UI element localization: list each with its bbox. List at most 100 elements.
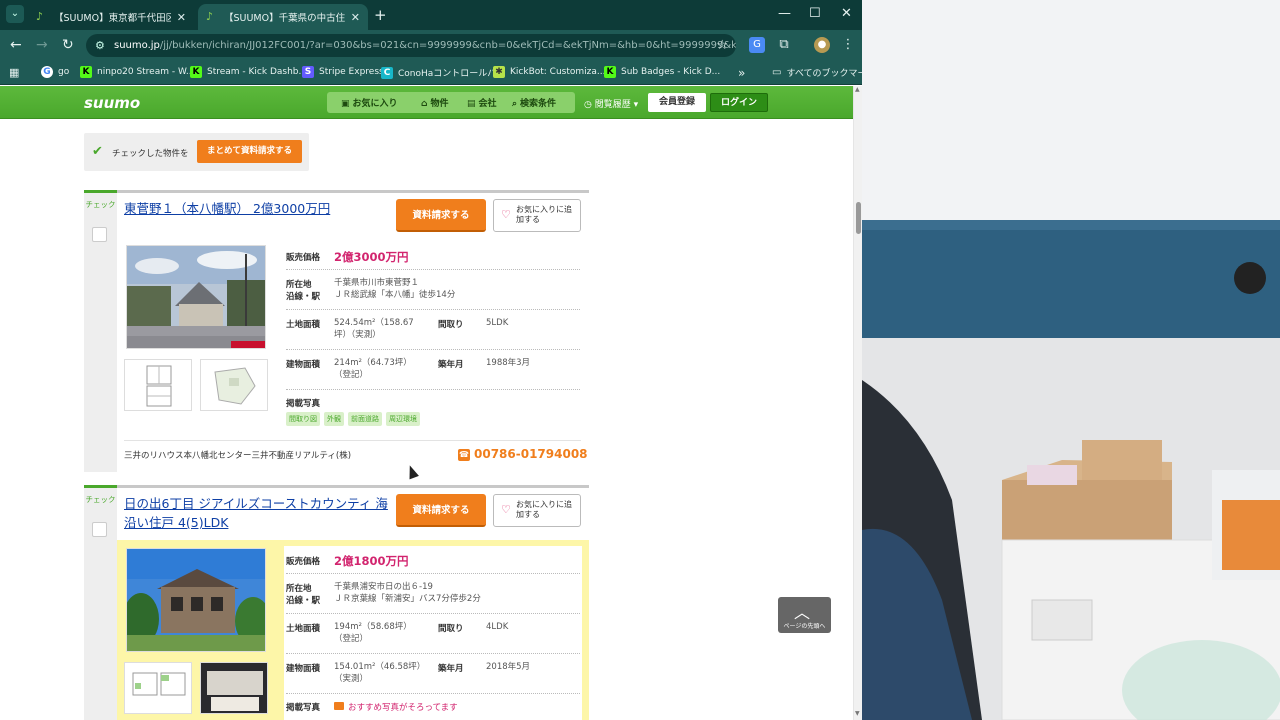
photo-tag[interactable]: 外観	[324, 412, 344, 426]
forward-icon[interactable]: →	[36, 37, 48, 53]
back-icon[interactable]: ←	[10, 37, 22, 53]
bookmark-ninpo20-stream[interactable]: K ninpo20 Stream - W...	[80, 66, 194, 78]
translate-icon[interactable]: G	[749, 37, 765, 53]
property-photo[interactable]	[126, 548, 266, 652]
bookmark-label: ninpo20 Stream - W...	[97, 67, 195, 77]
page-scrollbar[interactable]: ▲ ▼	[853, 86, 862, 720]
heart-icon: ♡	[501, 208, 511, 221]
agent-phone[interactable]: ☎ 00786-01794008	[458, 447, 588, 461]
check-column: チェック	[84, 193, 117, 472]
bulk-request-button[interactable]: まとめて資料請求する	[197, 140, 302, 163]
listing-checkbox[interactable]	[92, 522, 107, 537]
photo-tag[interactable]: 周辺環境	[386, 412, 420, 426]
tab-bar: ⌄ ♪ 【SUUMO】東京都千代田区、東京 ✕ ♪ 【SUUMO】千葉県の中古住…	[0, 0, 862, 30]
apps-icon[interactable]: ▦	[9, 66, 19, 79]
page-top-button[interactable]: ︿ ページの先頭へ	[778, 597, 831, 633]
layout-key: 間取り	[438, 624, 464, 634]
bookmark-label: go	[58, 67, 70, 77]
floorplan-thumbnail[interactable]	[124, 359, 192, 411]
history-icon: ◷	[584, 100, 595, 110]
more-bookmarks-icon[interactable]: »	[738, 66, 745, 80]
bookmark-stripe-express[interactable]: S Stripe Express	[302, 66, 384, 78]
nav-companies[interactable]: ▤ 会社	[467, 96, 497, 109]
nav-properties[interactable]: ⌂ 物件	[421, 96, 448, 109]
nav-favorites[interactable]: ▣ お気に入り	[341, 96, 398, 109]
spec-table: 販売価格 2億3000万円 所在地 沿線・駅 千葉県市川市東菅野１ ＪＲ総武線「…	[286, 242, 580, 428]
built-value: 1988年3月	[486, 358, 531, 368]
minimize-icon[interactable]: —	[778, 6, 791, 21]
close-tab-icon[interactable]: ✕	[351, 11, 360, 24]
nav-search-conditions[interactable]: ⌕ 検索条件	[512, 96, 556, 109]
url-host: suumo.jp	[114, 40, 160, 51]
checked-label: チェックした物件を	[112, 149, 189, 159]
interior-image	[201, 663, 267, 713]
floorplan-image	[125, 663, 191, 713]
agent-name: 三井のリハウス本八幡北センター三井不動産リアルティ(株)	[124, 451, 352, 461]
browser-menu-icon[interactable]: ⋮	[840, 37, 856, 53]
listing-title-link[interactable]: 日の出6丁目 ジアイルズコーストカウンティ 海沿い住戸 4(5)LDK	[124, 494, 389, 532]
window-close-icon[interactable]: ✕	[841, 6, 852, 21]
tab-suumo-chiba[interactable]: ♪ 【SUUMO】千葉県の中古住宅・中 ✕	[198, 4, 368, 30]
scrollbar-thumb[interactable]	[856, 202, 861, 234]
bookmark-go[interactable]: G go	[41, 66, 69, 78]
add-favorite-button[interactable]: ♡ お気に入りに追加する	[493, 199, 581, 232]
price-value: 2億1800万円	[334, 554, 409, 568]
request-info-button[interactable]: 資料請求する	[396, 199, 486, 232]
bookmark-conoha[interactable]: C ConoHaコントロールパ...	[381, 66, 505, 79]
tab-search-button[interactable]: ⌄	[6, 5, 24, 23]
listing-checkbox[interactable]	[92, 227, 107, 242]
request-info-button[interactable]: 資料請求する	[396, 494, 486, 527]
map-thumbnail[interactable]	[200, 359, 268, 411]
scroll-down-icon[interactable]: ▼	[855, 710, 860, 717]
checked-actions-bar: ✔ チェックした物件を まとめて資料請求する	[84, 133, 309, 171]
interior-thumbnail[interactable]	[200, 662, 268, 714]
bookmark-sub-badges[interactable]: K Sub Badges - Kick D...	[604, 66, 720, 78]
photo-tags: 間取り図 外観 前面道路 周辺環境	[286, 412, 420, 426]
floorplan-image	[125, 360, 191, 410]
listing-content: ✔ チェックした物件を まとめて資料請求する チェック 東菅野１（本八幡駅） 2…	[0, 120, 853, 720]
layout-key: 間取り	[438, 320, 464, 330]
extensions-icon[interactable]: ⧉	[776, 37, 792, 53]
kick-icon: K	[604, 66, 616, 78]
bookmark-label: Stream - Kick Dashb...	[207, 67, 308, 77]
suumo-favicon-icon: ♪	[206, 10, 214, 23]
price-key: 販売価格	[286, 557, 321, 567]
photos-key: 掲載写真	[286, 703, 321, 713]
tab-suumo-tokyo[interactable]: ♪ 【SUUMO】東京都千代田区、東京 ✕	[28, 4, 194, 30]
new-tab-icon[interactable]: +	[374, 6, 387, 24]
suumo-nav: ▣ お気に入り ⌂ 物件 ▤ 会社 ⌕ 検索条件	[327, 92, 575, 113]
suumo-logo[interactable]: suumo	[84, 94, 140, 112]
scroll-up-icon[interactable]: ▲	[855, 86, 860, 93]
photo-tag[interactable]: 前面道路	[348, 412, 382, 426]
register-button[interactable]: 会員登録	[648, 93, 706, 112]
building-area-key: 建物面積	[286, 360, 321, 370]
reload-icon[interactable]: ↻	[62, 37, 74, 53]
station-value: ＪＲ総武線「本八幡」徒歩14分	[334, 290, 456, 300]
location-key: 所在地	[286, 584, 312, 594]
property-photo[interactable]	[126, 245, 266, 349]
layout-value: 5LDK	[486, 318, 509, 328]
address-bar[interactable]: ⚙ suumo.jp/jj/bukken/ichiran/JJ012FC001/…	[86, 34, 736, 57]
login-button[interactable]: ログイン	[710, 93, 768, 112]
add-favorite-button[interactable]: ♡ お気に入りに追加する	[493, 494, 581, 527]
bookmark-star-icon[interactable]: ☆	[716, 34, 728, 57]
photo-tag[interactable]: 間取り図	[286, 412, 320, 426]
bookmark-kickbot[interactable]: ✱ KickBot: Customiza...	[493, 66, 605, 78]
floorplan-thumbnail[interactable]	[124, 662, 192, 714]
bookmark-label: KickBot: Customiza...	[510, 67, 606, 77]
site-info-icon[interactable]: ⚙	[95, 34, 105, 57]
check-label: チェック	[85, 495, 116, 504]
profile-avatar-icon[interactable]: ●	[814, 37, 830, 53]
listing-title-link[interactable]: 東菅野１（本八幡駅） 2億3000万円	[124, 199, 389, 218]
location-value: 千葉県市川市東菅野１	[334, 278, 420, 288]
maximize-icon[interactable]: ☐	[809, 6, 821, 21]
browser-window: ⌄ ♪ 【SUUMO】東京都千代田区、東京 ✕ ♪ 【SUUMO】千葉県の中古住…	[0, 0, 862, 720]
bookmark-kick-dashboard[interactable]: K Stream - Kick Dashb...	[190, 66, 307, 78]
close-tab-icon[interactable]: ✕	[177, 11, 186, 24]
all-bookmarks-folder[interactable]: ▭ すべてのブックマーク	[772, 66, 862, 79]
webcam-overlay	[862, 0, 1280, 720]
history-dropdown[interactable]: ◷ 閲覧履歴 ▾	[584, 97, 638, 110]
search-icon: ⌕	[512, 99, 518, 109]
browser-toolbar: ← → ↻ ⚙ suumo.jp/jj/bukken/ichiran/JJ012…	[0, 30, 862, 61]
caret-down-icon: ▾	[630, 100, 639, 110]
